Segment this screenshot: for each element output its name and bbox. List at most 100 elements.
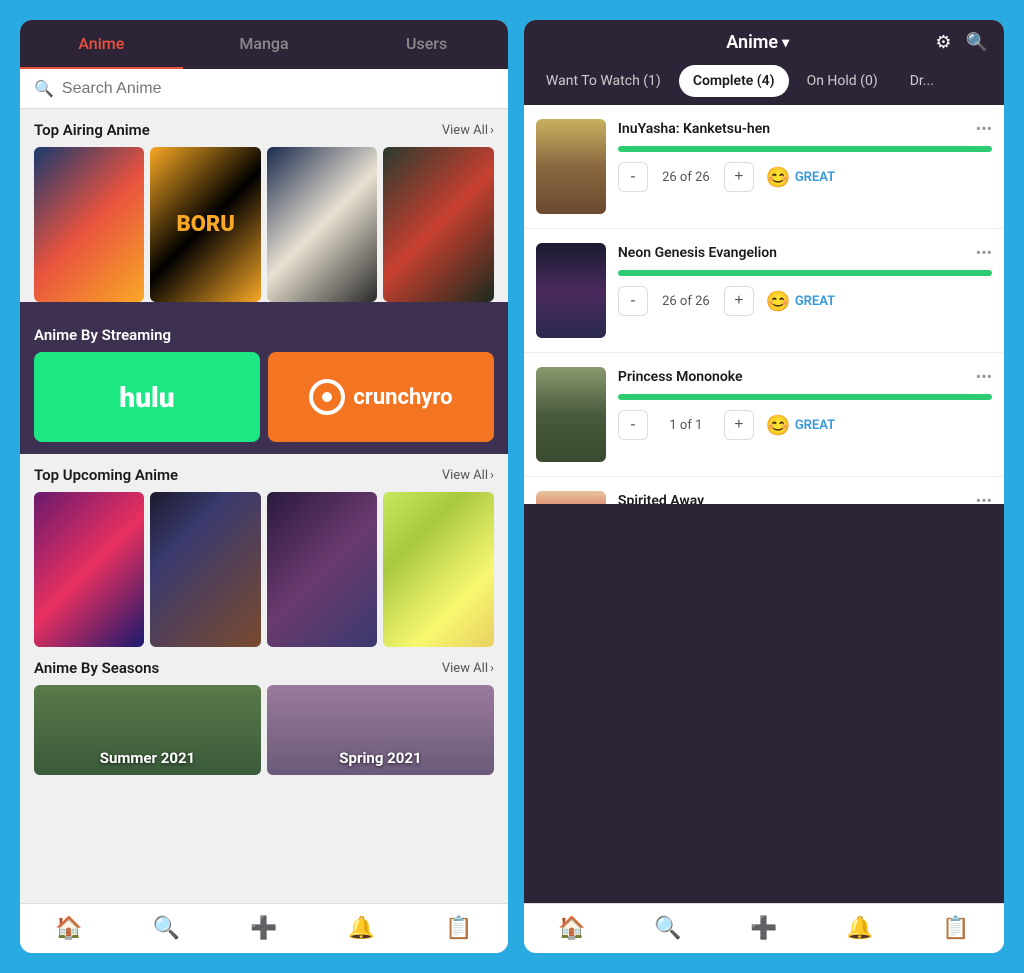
seasons-grid: Summer 2021 Spring 2021 bbox=[20, 685, 508, 775]
mononoke-minus[interactable]: - bbox=[618, 410, 648, 440]
inuyasha-ep-count: 26 of 26 bbox=[656, 170, 716, 185]
mononoke-rating[interactable]: 😊 GREAT bbox=[766, 413, 835, 437]
nge-plus[interactable]: + bbox=[724, 286, 754, 316]
streaming-section: Anime By Streaming hulu crunchyro bbox=[20, 302, 508, 454]
nge-title: Neon Genesis Evangelion bbox=[618, 245, 777, 261]
spirited-info: Spirited Away ••• - 1 of 1 + 😊 GREAT bbox=[618, 491, 992, 504]
inuyasha-info: InuYasha: Kanketsu-hen ••• - 26 of 26 + … bbox=[618, 119, 992, 192]
search-icon-right[interactable]: 🔍 bbox=[966, 32, 988, 53]
nge-minus[interactable]: - bbox=[618, 286, 648, 316]
anime-thumb-2[interactable]: BORU bbox=[150, 147, 260, 302]
cr-circle-icon bbox=[309, 379, 345, 415]
hulu-card[interactable]: hulu bbox=[34, 352, 260, 442]
tab-dropped[interactable]: Dr... bbox=[896, 65, 948, 97]
nav-manga[interactable]: Manga bbox=[183, 20, 346, 69]
inuyasha-progress-fill bbox=[618, 146, 992, 152]
nge-ep-count: 26 of 26 bbox=[656, 294, 716, 309]
nav-users[interactable]: Users bbox=[345, 20, 508, 69]
more-dots-1[interactable]: ••• bbox=[976, 119, 992, 138]
anime-thumb-4[interactable] bbox=[383, 147, 493, 302]
top-airing-section: Top Airing Anime View All › BORU bbox=[20, 109, 508, 302]
top-airing-title: Top Airing Anime bbox=[34, 121, 150, 139]
right-nav-search[interactable]: 🔍 bbox=[620, 916, 716, 941]
inuyasha-rating-text: GREAT bbox=[795, 170, 835, 185]
list-item: InuYasha: Kanketsu-hen ••• - 26 of 26 + … bbox=[524, 105, 1004, 229]
upcoming-title: Top Upcoming Anime bbox=[34, 466, 178, 484]
nge-progress-fill bbox=[618, 270, 992, 276]
nge-controls: - 26 of 26 + 😊 GREAT bbox=[618, 286, 992, 316]
seasons-section: Anime By Seasons View All › Summer 2021 … bbox=[20, 647, 508, 775]
mononoke-progress-bar bbox=[618, 394, 992, 400]
right-nav-notifications[interactable]: 🔔 bbox=[812, 916, 908, 941]
left-nav-notifications[interactable]: 🔔 bbox=[313, 916, 411, 941]
inuyasha-plus[interactable]: + bbox=[724, 162, 754, 192]
filter-icon[interactable]: ⚙ bbox=[935, 32, 951, 53]
inuyasha-controls: - 26 of 26 + 😊 GREAT bbox=[618, 162, 992, 192]
more-dots-2[interactable]: ••• bbox=[976, 243, 992, 262]
right-dark-area bbox=[524, 504, 1004, 903]
list-item: Princess Mononoke ••• - 1 of 1 + 😊 GREAT bbox=[524, 353, 1004, 477]
upcoming-thumb-3[interactable] bbox=[267, 492, 377, 647]
mononoke-plus[interactable]: + bbox=[724, 410, 754, 440]
anime-thumb-3[interactable] bbox=[267, 147, 377, 302]
dropdown-icon: ▾ bbox=[782, 35, 789, 51]
tab-want-to-watch[interactable]: Want To Watch (1) bbox=[532, 65, 675, 97]
upcoming-view-all[interactable]: View All › bbox=[442, 468, 494, 483]
upcoming-thumb-2[interactable] bbox=[150, 492, 260, 647]
spring-2021-card[interactable]: Spring 2021 bbox=[267, 685, 494, 775]
spring-2021-label: Spring 2021 bbox=[267, 749, 494, 767]
top-airing-view-all[interactable]: View All › bbox=[442, 123, 494, 138]
tab-complete[interactable]: Complete (4) bbox=[679, 65, 789, 97]
seasons-title: Anime By Seasons bbox=[34, 659, 159, 677]
seasons-header: Anime By Seasons View All › bbox=[20, 647, 508, 685]
streaming-title: Anime By Streaming bbox=[34, 326, 171, 344]
right-bottom-nav: 🏠 🔍 ➕ 🔔 📋 bbox=[524, 903, 1004, 953]
right-header-title: Anime ▾ bbox=[726, 32, 789, 53]
spirited-title-row: Spirited Away ••• bbox=[618, 491, 992, 504]
right-nav-home[interactable]: 🏠 bbox=[524, 916, 620, 941]
mononoke-controls: - 1 of 1 + 😊 GREAT bbox=[618, 410, 992, 440]
nav-anime[interactable]: Anime bbox=[20, 20, 183, 69]
upcoming-thumb-1[interactable] bbox=[34, 492, 144, 647]
seasons-view-all[interactable]: View All › bbox=[442, 661, 494, 676]
crunchyroll-card[interactable]: crunchyro bbox=[268, 352, 494, 442]
search-input[interactable] bbox=[62, 80, 494, 98]
left-bottom-nav: 🏠 🔍 ➕ 🔔 📋 bbox=[20, 903, 508, 953]
nge-cover[interactable] bbox=[536, 243, 606, 338]
inuyasha-cover[interactable] bbox=[536, 119, 606, 214]
left-content: Top Airing Anime View All › BORU bbox=[20, 109, 508, 903]
summer-2021-label: Summer 2021 bbox=[34, 749, 261, 767]
right-nav-list[interactable]: 📋 bbox=[908, 916, 1004, 941]
right-header-icons: ⚙ 🔍 bbox=[935, 32, 988, 53]
upcoming-grid bbox=[20, 492, 508, 647]
tabs-row: Want To Watch (1) Complete (4) On Hold (… bbox=[524, 65, 1004, 105]
left-nav-add[interactable]: ➕ bbox=[215, 916, 313, 941]
nge-rating-text: GREAT bbox=[795, 294, 835, 309]
nge-rating[interactable]: 😊 GREAT bbox=[766, 289, 835, 313]
upcoming-thumb-4[interactable] bbox=[383, 492, 493, 647]
search-bar: 🔍 bbox=[20, 69, 508, 109]
spirited-cover[interactable] bbox=[536, 491, 606, 504]
mononoke-ep-count: 1 of 1 bbox=[656, 418, 716, 433]
list-item: Neon Genesis Evangelion ••• - 26 of 26 +… bbox=[524, 229, 1004, 353]
summer-2021-card[interactable]: Summer 2021 bbox=[34, 685, 261, 775]
more-dots-4[interactable]: ••• bbox=[976, 491, 992, 504]
more-dots-3[interactable]: ••• bbox=[976, 367, 992, 386]
mononoke-title-row: Princess Mononoke ••• bbox=[618, 367, 992, 386]
mononoke-cover[interactable] bbox=[536, 367, 606, 462]
left-nav-list[interactable]: 📋 bbox=[410, 916, 508, 941]
inuyasha-minus[interactable]: - bbox=[618, 162, 648, 192]
nge-info: Neon Genesis Evangelion ••• - 26 of 26 +… bbox=[618, 243, 992, 316]
crunchyroll-logo: crunchyro bbox=[309, 379, 452, 415]
right-nav-add[interactable]: ➕ bbox=[716, 916, 812, 941]
right-header: Anime ▾ ⚙ 🔍 bbox=[524, 20, 1004, 65]
inuyasha-rating[interactable]: 😊 GREAT bbox=[766, 165, 835, 189]
top-airing-header: Top Airing Anime View All › bbox=[20, 109, 508, 147]
left-nav-home[interactable]: 🏠 bbox=[20, 916, 118, 941]
mononoke-rating-emoji: 😊 bbox=[766, 413, 791, 437]
anime-thumb-1[interactable] bbox=[34, 147, 144, 302]
right-screen: Anime ▾ ⚙ 🔍 Want To Watch (1) Complete (… bbox=[524, 20, 1004, 953]
left-nav-search[interactable]: 🔍 bbox=[118, 916, 216, 941]
nge-title-row: Neon Genesis Evangelion ••• bbox=[618, 243, 992, 262]
tab-on-hold[interactable]: On Hold (0) bbox=[793, 65, 892, 97]
